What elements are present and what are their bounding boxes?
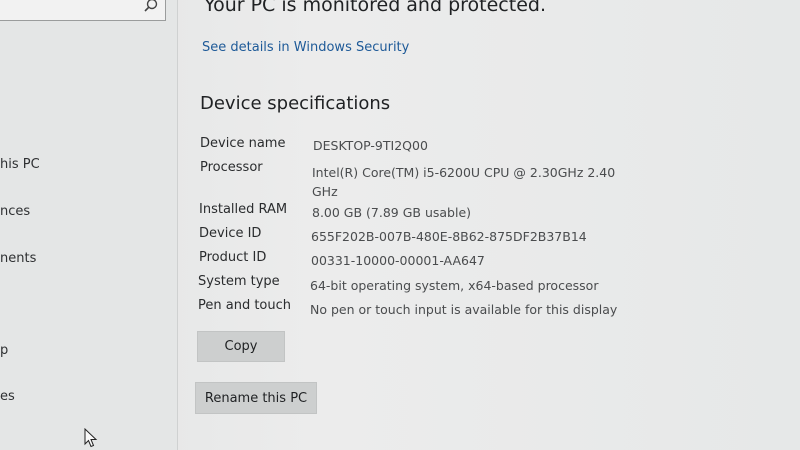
spec-label-pen-and-touch: Pen and touch [198,298,292,313]
copy-button[interactable]: Copy [197,331,285,362]
sidebar-item-experiences[interactable]: nces [0,204,30,219]
spec-value-installed-ram: 8.00 GB (7.89 GB usable) [312,205,472,220]
next-section-heading-cutoff [196,441,202,450]
spec-label-system-type: System type [198,274,280,289]
spec-value-system-type: 64-bit operating system, x64-based proce… [310,278,599,293]
sidebar-item-features[interactable]: es [0,389,15,404]
about-settings-window: his PC nces nents p es Your PC is monito… [0,0,800,450]
spec-label-processor: Processor [200,160,263,175]
spec-value-product-id: 00331-10000-00001-AA647 [311,253,485,268]
spec-label-device-id: Device ID [199,226,262,241]
rename-this-pc-button[interactable]: Rename this PC [195,382,317,414]
spec-value-processor: Intel(R) Core(TM) i5-6200U CPU @ 2.30GHz… [312,165,616,199]
search-input[interactable] [0,0,166,21]
protection-status-text: Your PC is monitored and protected. [204,0,546,16]
sidebar-item-app[interactable]: p [0,343,8,358]
sidebar-item-components[interactable]: nents [0,251,36,266]
windows-security-link[interactable]: See details in Windows Security [202,40,409,55]
spec-label-product-id: Product ID [199,250,267,265]
sidebar-item-this-pc[interactable]: his PC [0,157,40,172]
mouse-pointer-icon [84,427,98,448]
spec-value-device-id: 655F202B-007B-480E-8B62-875DF2B37B14 [311,229,587,244]
spec-value-device-name: DESKTOP-9TI2Q00 [313,138,428,153]
device-specifications-heading: Device specifications [200,93,391,114]
spec-value-pen-and-touch: No pen or touch input is available for t… [310,302,618,317]
main-content: Your PC is monitored and protected. See … [178,0,800,450]
search-icon[interactable] [143,0,159,14]
spec-label-device-name: Device name [200,136,286,151]
sidebar: his PC nces nents p es [0,0,178,450]
spec-label-installed-ram: Installed RAM [199,202,288,217]
